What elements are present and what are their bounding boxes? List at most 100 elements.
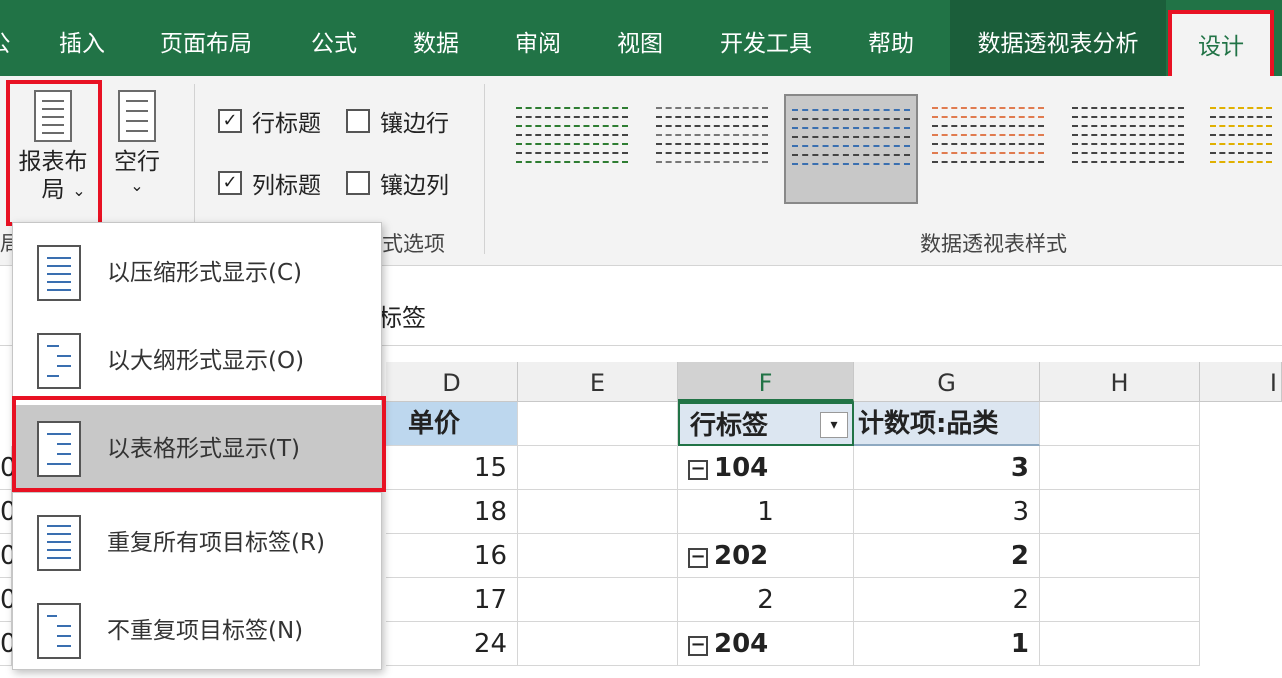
blank-rows-button[interactable]: 空行 ⌄ [106,90,168,196]
tab-formulas[interactable]: 公式 [296,0,372,76]
tab-developer[interactable]: 开发工具 [704,0,828,76]
pivot-style-swatch-selected[interactable] [784,94,918,204]
cell-empty[interactable] [518,402,678,446]
column-header-h[interactable]: H [1040,362,1200,402]
blank-rows-icon [118,90,156,142]
menu-item-label: 重复所有项目标签(R) [107,530,325,556]
pivot-row-label: 202 [714,541,769,571]
tab-page-layout[interactable]: 页面布局 [146,0,266,76]
pivot-value-cell[interactable]: 2 [854,578,1040,622]
collapse-icon[interactable]: − [688,548,708,568]
pivot-value-cell[interactable]: 3 [854,490,1040,534]
tab-view[interactable]: 视图 [602,0,678,76]
price-cell[interactable]: 18 [386,490,518,534]
ribbon-tab-bar: 公 插入 页面布局 公式 数据 审阅 视图 开发工具 帮助 数据透视表分析 设计 [0,0,1282,76]
price-cell[interactable]: 16 [386,534,518,578]
pivot-style-swatch[interactable] [926,94,1050,204]
price-cell[interactable]: 17 [386,578,518,622]
banded-rows-checkbox[interactable]: 镶边行 [346,104,449,138]
menu-item-label: 以压缩形式显示(C) [107,260,303,286]
menu-item-label: 以大纲形式显示(O) [107,348,305,374]
pivot-value-cell[interactable]: 3 [854,446,1040,490]
filter-dropdown-icon[interactable]: ▾ [820,412,848,438]
cell-empty[interactable] [518,446,678,490]
banded-cols-label: 镶边列 [380,173,449,199]
cell[interactable]: 0 [0,490,17,534]
price-cell[interactable]: 15 [386,446,518,490]
menu-item-compact[interactable]: 以压缩形式显示(C) [13,229,381,317]
row-headers-checkbox[interactable]: ✓ 行标题 [218,104,321,138]
chevron-down-icon: ⌄ [130,176,144,195]
pivot-item-row[interactable]: 2 [678,578,854,622]
pivot-count-header-cell[interactable]: 计数项:品类 [854,402,1040,446]
column-header-e[interactable]: E [518,362,678,402]
collapse-icon[interactable]: − [688,636,708,656]
outline-form-icon [37,333,81,389]
check-icon: ✓ [218,171,242,195]
pivot-styles-group-label: 数据透视表样式 [920,232,1067,256]
price-header-cell[interactable]: 单价 [386,402,518,446]
pivot-group-row[interactable]: −202 [678,534,854,578]
cell-empty[interactable] [518,622,678,666]
checkbox-empty-icon [346,109,370,133]
cell-empty[interactable] [1040,402,1200,446]
formula-bar-text: 标签 [378,304,426,332]
menu-item-outline[interactable]: 以大纲形式显示(O) [13,317,381,405]
pivot-value-cell[interactable]: 1 [854,622,1040,666]
pivot-style-swatch[interactable] [650,94,774,204]
cell-empty[interactable] [1040,534,1200,578]
repeat-labels-icon [37,515,81,571]
column-header-g[interactable]: G [854,362,1040,402]
tab-pivot-analyze[interactable]: 数据透视表分析 [950,0,1166,76]
report-layout-highlight [6,80,102,226]
pivot-style-swatch[interactable] [1066,94,1190,204]
cell[interactable]: 0 [0,534,17,578]
column-header-d[interactable]: D [386,362,518,402]
banded-cols-checkbox[interactable]: 镶边列 [346,166,449,200]
tab-help[interactable]: 帮助 [852,0,930,76]
pivot-style-swatch[interactable] [510,94,634,204]
col-headers-label: 列标题 [252,173,321,199]
row-headers-label: 行标题 [252,111,321,137]
cell[interactable]: 0 [0,622,17,666]
blank-rows-label: 空行 [114,149,160,175]
col-headers-checkbox[interactable]: ✓ 列标题 [218,166,321,200]
cell-empty[interactable] [1040,490,1200,534]
collapse-icon[interactable]: − [688,460,708,480]
menu-item-no-repeat-labels[interactable]: 不重复项目标签(N) [13,587,381,675]
check-icon: ✓ [218,109,242,133]
pivot-group-row[interactable]: −104 [678,446,854,490]
cell-empty[interactable] [1040,622,1200,666]
pivot-row-label: 204 [714,629,769,659]
compact-form-icon [37,245,81,301]
cell-empty[interactable] [518,534,678,578]
cell[interactable]: 0 [0,578,17,622]
pivot-item-row[interactable]: 1 [678,490,854,534]
price-cell[interactable]: 24 [386,622,518,666]
tab-home-partial[interactable]: 公 [0,0,12,76]
cell-empty[interactable] [1040,446,1200,490]
tab-review[interactable]: 审阅 [500,0,576,76]
tab-design[interactable]: 设计 [1168,10,1274,76]
cell-empty[interactable] [1040,578,1200,622]
pivot-style-swatch[interactable] [1204,94,1278,204]
tab-data[interactable]: 数据 [398,0,474,76]
tab-insert[interactable]: 插入 [40,0,124,76]
pivot-group-row[interactable]: −204 [678,622,854,666]
pivot-row-labels-cell[interactable]: 行标签 ▾ [678,402,854,446]
pivot-row-labels-text: 行标签 [690,411,769,441]
cell-empty[interactable] [518,490,678,534]
menu-item-label: 不重复项目标签(N) [107,618,304,644]
column-header-f[interactable]: F [678,362,854,402]
pivot-value-cell[interactable]: 2 [854,534,1040,578]
checkbox-empty-icon [346,171,370,195]
column-header-i[interactable]: I [1200,362,1282,402]
menu-item-repeat-labels[interactable]: 重复所有项目标签(R) [13,499,381,587]
cell[interactable]: 0 [0,446,17,490]
no-repeat-labels-icon [37,603,81,659]
banded-rows-label: 镶边行 [380,111,449,137]
tabular-option-highlight [12,396,386,492]
pivot-row-label: 104 [714,453,769,483]
style-options-group-label: 式选项 [382,232,445,256]
cell-empty[interactable] [518,578,678,622]
